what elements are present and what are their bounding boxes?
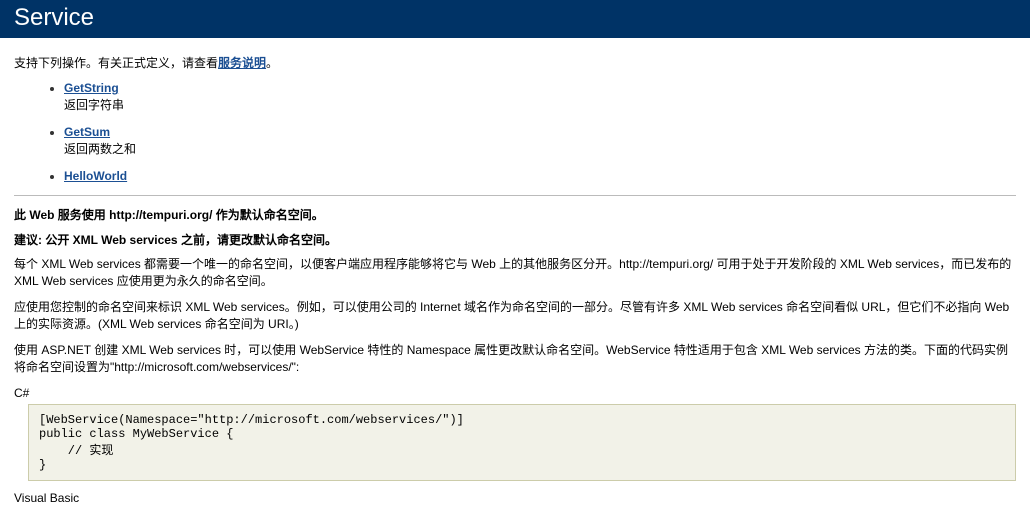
intro-line: 支持下列操作。有关正式定义，请查看服务说明。 [14,54,1016,71]
body-paragraph: 每个 XML Web services 都需要一个唯一的命名空间，以便客户端应用… [14,256,1016,291]
namespace-notice-2: 建议: 公开 XML Web services 之前，请更改默认命名空间。 [14,231,1016,248]
csharp-label: C# [14,386,1016,400]
operation-link-getsum[interactable]: GetSum [64,125,110,139]
csharp-code-block: [WebService(Namespace="http://microsoft.… [28,404,1016,481]
operation-link-helloworld[interactable]: HelloWorld [64,169,127,183]
operations-list: GetString 返回字符串 GetSum 返回两数之和 HelloWorld [64,81,1016,183]
service-description-link[interactable]: 服务说明 [218,56,266,70]
page-title: Service [14,4,94,31]
operation-desc: 返回字符串 [64,96,1016,113]
body-paragraph: 使用 ASP.NET 创建 XML Web services 时，可以使用 We… [14,342,1016,377]
list-item: GetSum 返回两数之和 [64,125,1016,157]
page-header: Service [0,0,1030,38]
list-item: GetString 返回字符串 [64,81,1016,113]
operation-link-getstring[interactable]: GetString [64,81,119,95]
operation-desc: 返回两数之和 [64,140,1016,157]
divider [14,195,1016,196]
intro-suffix: 。 [266,56,278,70]
intro-prefix: 支持下列操作。有关正式定义，请查看 [14,56,218,70]
namespace-notice-1: 此 Web 服务使用 http://tempuri.org/ 作为默认命名空间。 [14,206,1016,223]
list-item: HelloWorld [64,169,1016,183]
page-content: 支持下列操作。有关正式定义，请查看服务说明。 GetString 返回字符串 G… [0,38,1030,519]
body-paragraph: 应使用您控制的命名空间来标识 XML Web services。例如，可以使用公… [14,299,1016,334]
vb-label: Visual Basic [14,491,1016,505]
